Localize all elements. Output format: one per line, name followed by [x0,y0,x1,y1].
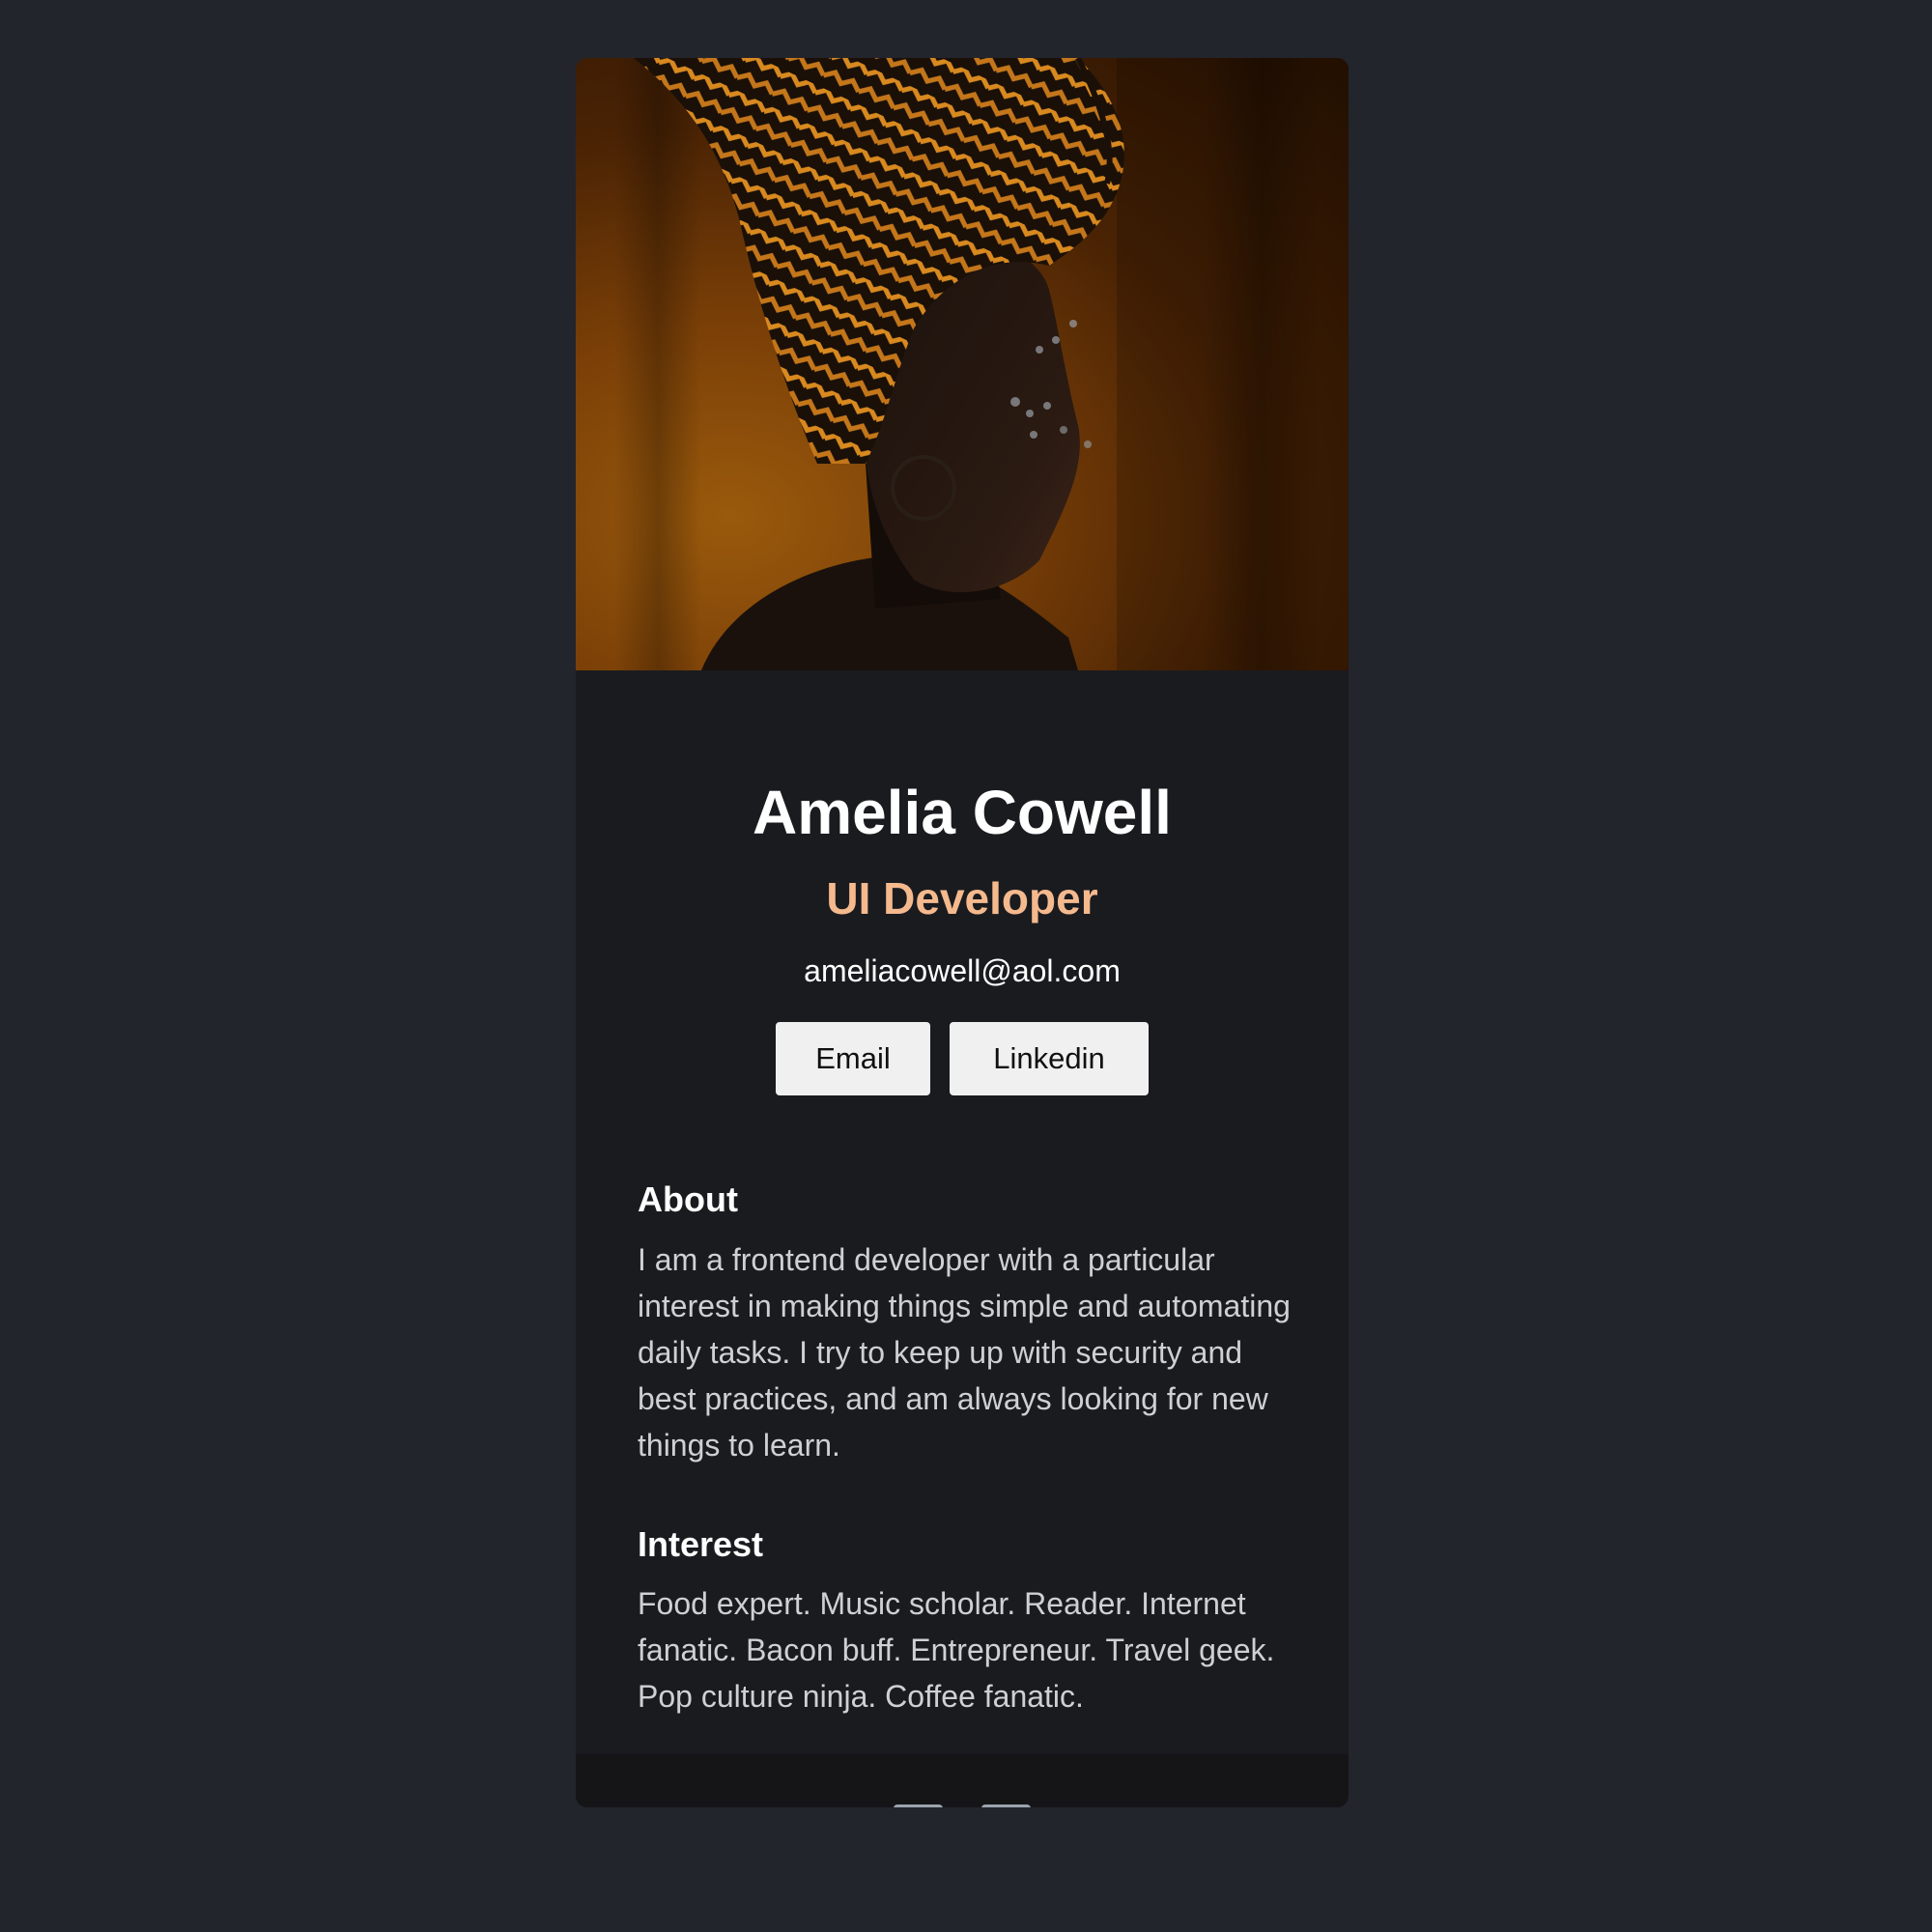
social-links [576,1754,1349,1807]
profile-email[interactable]: ameliacowell@aol.com [576,955,1349,986]
about-text: I am a frontend developer with a particu… [638,1242,1291,1463]
about-heading: About [638,1179,738,1219]
card-footer [576,1754,1349,1807]
profile-photo [576,58,1349,670]
profile-role: UI Developer [826,873,1098,923]
interest-text: Food expert. Music scholar. Reader. Inte… [638,1586,1275,1714]
twitter-icon[interactable] [894,1804,943,1807]
email-button[interactable]: Email [776,1022,930,1095]
github-icon[interactable] [981,1804,1031,1807]
profile-photo-illustration [614,58,1349,670]
interest-heading: Interest [638,1524,764,1564]
profile-name: Amelia Cowell [753,778,1172,847]
profile-card: Amelia Cowell UI Developer ameliacowell@… [576,58,1349,1807]
linkedin-button[interactable]: Linkedin [950,1022,1149,1095]
